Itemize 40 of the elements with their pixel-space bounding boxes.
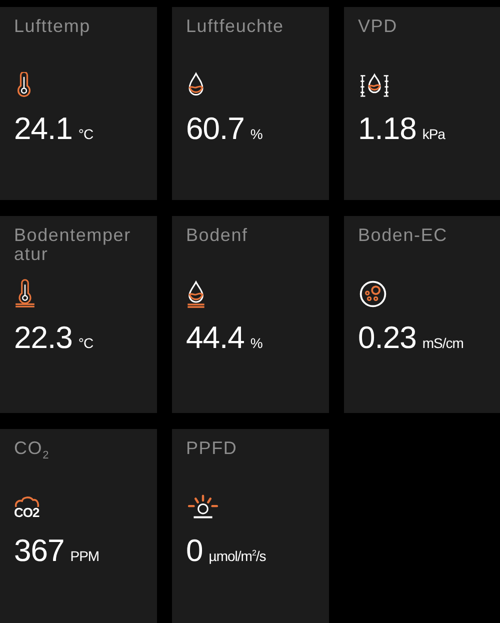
sensor-value: 60.7 xyxy=(186,111,244,147)
sensor-value: 0.23 xyxy=(358,320,416,356)
sensor-card[interactable]: Lufttemp 24.1 °C xyxy=(0,7,157,200)
sensor-label: Lufttemp xyxy=(14,17,90,38)
sensor-label: Luftfeuchte xyxy=(186,17,284,38)
unit-label: µmol/m$^{2}$/s xyxy=(208,548,266,564)
sensor-value: 367 xyxy=(14,533,64,569)
unit-label: mS/cm xyxy=(422,335,464,351)
sensor-value: 22.3 xyxy=(14,320,72,356)
particles-icon xyxy=(358,279,388,309)
sensor-value: 1.18 xyxy=(358,111,416,147)
sensor-label: VPD xyxy=(358,17,398,38)
sensor-value: 24.1 xyxy=(14,111,72,147)
sensor-card[interactable]: Bodenf 44.4 % xyxy=(172,216,329,413)
sensor-value: 0 xyxy=(186,533,203,569)
sensor-card[interactable]: PPFD 0 µmol/m$^{2}$/s xyxy=(172,429,329,623)
sensor-value: 44.4 xyxy=(186,320,244,356)
unit-label: °C xyxy=(78,335,94,351)
co2-symbol: CO2 xyxy=(14,507,40,519)
sensor-label: PPFD xyxy=(186,439,238,460)
cloud-icon xyxy=(14,495,40,507)
sensor-card[interactable]: Bodentemperatur 22.3 °C xyxy=(0,216,157,413)
sensor-label: Bodenf xyxy=(186,226,248,247)
sensor-card[interactable]: Luftfeuchte 60.7 % xyxy=(172,7,329,200)
sensor-label: Bodentemperatur xyxy=(14,226,132,266)
unit-label: °C xyxy=(78,126,94,142)
sensor-card[interactable]: CO$_{2}$ CO2 367 PPM xyxy=(0,429,157,623)
sensor-card[interactable]: VPD 1.18 kPa xyxy=(344,7,500,200)
sensor-label: CO$_{2}$ xyxy=(14,439,50,464)
unit-label: % xyxy=(250,335,262,351)
sun-rise-icon xyxy=(186,494,220,520)
water-drop-icon xyxy=(186,72,206,98)
vapor-drop-icon xyxy=(358,72,391,98)
sensor-label: Boden-EC xyxy=(358,226,448,247)
sensor-card[interactable]: Boden-EC 0.23 mS/cm xyxy=(344,216,500,413)
soil-thermometer-icon xyxy=(14,279,36,309)
unit-label: kPa xyxy=(422,126,445,142)
soil-drop-icon xyxy=(186,280,206,308)
unit-label: % xyxy=(250,126,262,142)
unit-label: PPM xyxy=(70,548,100,564)
